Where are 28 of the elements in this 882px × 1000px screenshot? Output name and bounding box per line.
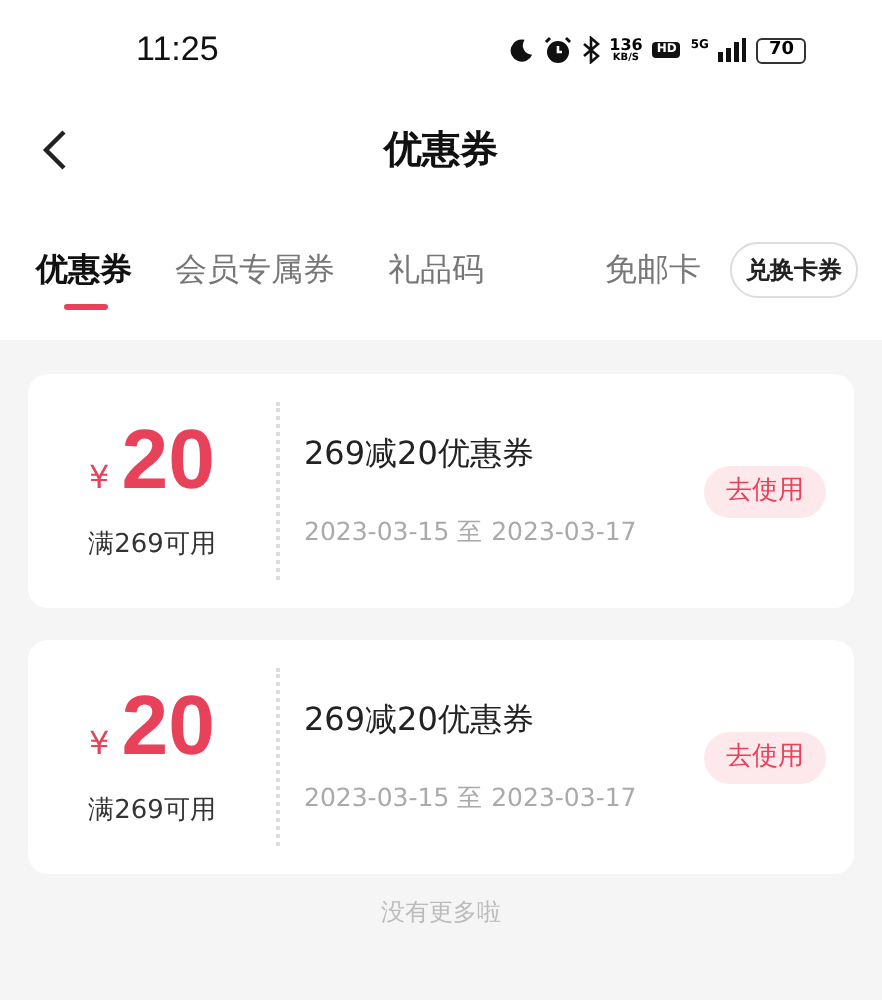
- validity-period: 2023-03-15 至 2023-03-17: [304, 780, 637, 817]
- usage-condition: 满269可用: [88, 793, 216, 830]
- tab[interactable]: 优惠券: [36, 230, 133, 310]
- page-title: 优惠券: [384, 125, 498, 176]
- currency-symbol: ¥: [89, 721, 110, 766]
- moon-icon: [507, 37, 534, 63]
- currency-symbol: ¥: [89, 455, 110, 500]
- tab[interactable]: 免邮卡: [575, 230, 730, 310]
- bluetooth-icon: [581, 36, 600, 64]
- battery-indicator: 70: [756, 37, 806, 63]
- back-icon[interactable]: [40, 128, 68, 172]
- active-tab-indicator: [64, 304, 108, 310]
- validity-period: 2023-03-15 至 2023-03-17: [304, 514, 637, 551]
- use-coupon-button[interactable]: 去使用: [704, 465, 826, 517]
- status-time: 11:25: [136, 28, 219, 73]
- coupon-title: 269减20优惠券: [304, 432, 536, 477]
- exchange-button[interactable]: 兑换卡券: [730, 242, 858, 298]
- network-speed: 136: [609, 37, 643, 53]
- usage-condition: 满269可用: [88, 527, 216, 564]
- tab[interactable]: 会员专属券: [174, 230, 337, 310]
- coupon-title: 269减20优惠券: [304, 698, 536, 743]
- coupon-amount: 20: [121, 417, 215, 502]
- use-coupon-button[interactable]: 去使用: [704, 731, 826, 783]
- signal-icon: [718, 38, 747, 62]
- coupon-amount: 20: [121, 683, 215, 768]
- alarm-clock-icon: [543, 36, 572, 64]
- tab[interactable]: 礼品码: [376, 230, 496, 310]
- end-of-list-text: 没有更多啦: [381, 896, 501, 930]
